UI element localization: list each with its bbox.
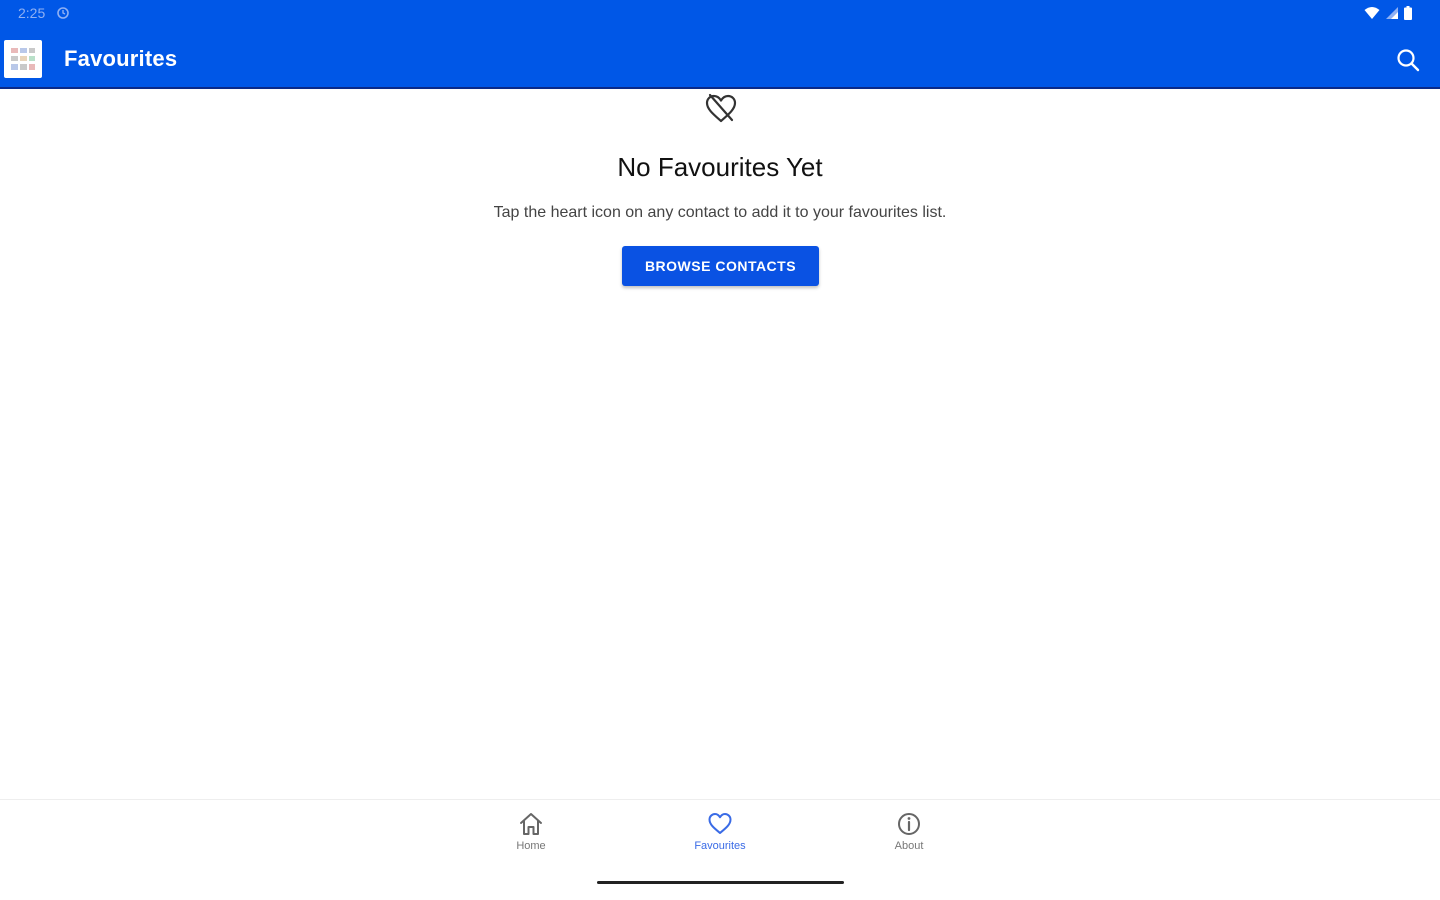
empty-state-description: Tap the heart icon on any contact to add… <box>493 204 947 221</box>
wifi-icon <box>1364 7 1380 19</box>
sync-icon <box>57 7 69 19</box>
battery-icon <box>1404 6 1412 20</box>
heart-off-icon <box>705 93 737 123</box>
nav-label-about: About <box>894 840 924 852</box>
nav-label-favourites: Favourites <box>694 840 746 852</box>
heart-icon <box>708 813 732 834</box>
home-indicator[interactable] <box>597 881 844 884</box>
search-button[interactable] <box>1392 44 1424 76</box>
nav-item-favourites[interactable]: Favourites <box>660 810 780 858</box>
signal-icon <box>1386 7 1398 19</box>
app-bar: Favourites <box>0 28 1440 88</box>
status-icons <box>1364 6 1412 20</box>
status-time: 2:25 <box>18 5 46 21</box>
status-bar: 2:25 <box>0 0 1440 28</box>
bottom-navigation: Home Favourites About <box>0 799 1440 900</box>
empty-state-title: No Favourites Yet <box>617 152 823 182</box>
page-title: Favourites <box>64 46 178 71</box>
nav-item-about[interactable]: About <box>849 810 969 858</box>
browse-contacts-button[interactable]: BROWSE CONTACTS <box>622 246 819 286</box>
home-icon <box>520 813 542 835</box>
info-icon <box>898 813 920 835</box>
screen: 2:25 Favourites No Favourites Yet Tap th… <box>0 0 1440 900</box>
top-bar: 2:25 Favourites <box>0 0 1440 89</box>
nav-label-home: Home <box>516 840 546 852</box>
nav-item-home[interactable]: Home <box>471 810 591 858</box>
search-icon <box>1397 49 1420 72</box>
app-logo-icon <box>4 40 42 78</box>
